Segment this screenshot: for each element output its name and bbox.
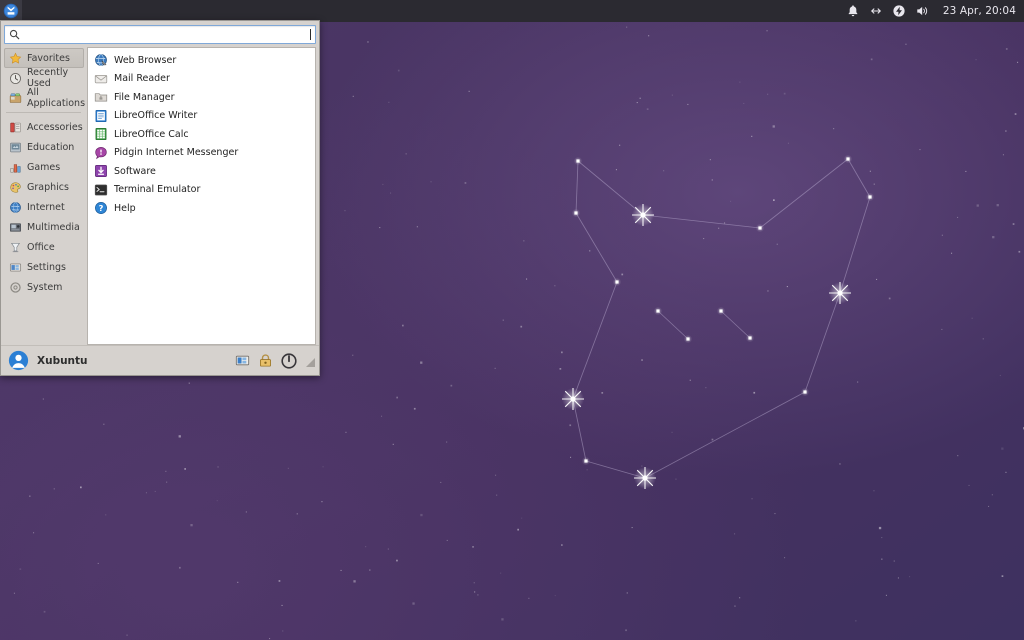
lock-screen-button[interactable] [257,352,274,369]
top-panel: 23 Apr, 20:04 [0,0,1024,22]
multimedia-icon [10,222,21,232]
settings-manager-icon [235,355,250,366]
sidebar-item-graphics[interactable]: Graphics [4,177,84,197]
whisker-menu-panel: Favorites Recently Used All Applications [0,20,320,376]
padlock-icon [260,354,271,367]
system-tray: 23 Apr, 20:04 [846,0,1024,22]
sidebar-item-label: Recently Used [27,67,69,89]
username-label: Xubuntu [37,354,88,367]
menu-footer: Xubuntu [1,345,319,375]
graphics-icon [10,181,21,193]
sidebar-item-office[interactable]: Office [4,237,84,257]
user-section[interactable]: Xubuntu [8,350,88,371]
accessories-icon [10,122,21,132]
sidebar-item-label: Graphics [27,181,69,193]
user-avatar-icon [8,350,29,371]
log-out-button[interactable] [280,352,297,369]
xubuntu-mouse-icon [3,3,19,19]
sidebar-item-label: Settings [27,261,66,273]
pidgin-icon [95,146,107,160]
resize-grip[interactable] [306,358,315,367]
app-item-label: LibreOffice Calc [114,128,189,140]
sidebar-item-settings[interactable]: Settings [4,257,84,277]
power-manager-icon[interactable] [892,4,906,18]
sidebar-item-label: Favorites [27,52,70,64]
app-item-file-manager[interactable]: File Manager [88,88,315,107]
sidebar-item-system[interactable]: System [4,277,84,297]
app-item-software[interactable]: Software [88,162,315,181]
mail-reader-icon [94,74,108,83]
network-icon[interactable] [869,4,883,18]
system-icon [10,281,21,293]
clock-icon [10,72,21,84]
games-icon [10,163,21,172]
panel-left-section [0,0,22,22]
sidebar-item-label: Games [27,161,61,173]
sidebar-item-all-applications[interactable]: All Applications [4,87,86,109]
office-icon [10,242,21,252]
sidebar-item-label: System [27,281,63,293]
globe-icon [10,201,21,213]
search-icon [9,29,20,40]
libreoffice-calc-icon [95,128,107,141]
sidebar-item-accessories[interactable]: Accessories [4,117,84,137]
sidebar-item-internet[interactable]: Internet [4,197,84,217]
app-item-web-browser[interactable]: Web Browser [88,51,315,70]
app-item-label: Help [114,202,136,214]
sidebar-item-games[interactable]: Games [4,157,84,177]
search-row [1,21,319,47]
app-item-label: Pidgin Internet Messenger [114,147,239,159]
category-sidebar: Favorites Recently Used All Applications [4,47,86,345]
app-item-label: Mail Reader [114,73,170,85]
app-item-libreoffice-writer[interactable]: LibreOffice Writer [88,107,315,126]
app-item-label: Software [114,165,156,177]
app-item-libreoffice-calc[interactable]: LibreOffice Calc [88,125,315,144]
notification-bell-icon[interactable] [846,4,860,18]
education-icon [10,142,21,152]
star-icon [9,52,22,64]
sidebar-item-label: Accessories [27,121,83,133]
sidebar-item-label: Multimedia [27,221,80,233]
apps-grid-icon [9,93,22,103]
panel-clock[interactable]: 23 Apr, 20:04 [943,5,1016,17]
sidebar-separator [6,112,81,113]
menu-body: Favorites Recently Used All Applications [1,47,319,345]
sidebar-item-recently-used[interactable]: Recently Used [4,67,84,89]
libreoffice-writer-icon [95,109,107,122]
sidebar-item-label: All Applications [27,87,86,109]
web-browser-icon [95,54,107,67]
text-caret [310,29,311,40]
app-item-mail-reader[interactable]: Mail Reader [88,70,315,89]
app-item-label: File Manager [114,91,175,103]
sidebar-item-label: Internet [27,201,65,213]
search-input[interactable] [4,25,316,44]
app-item-label: LibreOffice Writer [114,110,198,122]
terminal-icon [94,184,108,196]
sidebar-item-label: Office [27,241,55,253]
application-list: Web Browser Mail Reader File Manager Lib… [87,47,316,345]
whisker-menu-button[interactable] [0,0,22,22]
sidebar-item-multimedia[interactable]: Multimedia [4,217,84,237]
volume-icon[interactable] [915,4,929,18]
settings-icon [9,263,22,271]
svg-text:?: ? [99,203,104,213]
software-center-icon [95,165,107,178]
app-item-terminal[interactable]: Terminal Emulator [88,181,315,200]
help-icon: ? [95,202,107,215]
app-item-label: Web Browser [114,54,177,66]
file-manager-icon [94,93,108,102]
settings-manager-button[interactable] [234,352,251,369]
footer-buttons [234,352,315,369]
app-item-label: Terminal Emulator [114,184,201,196]
app-item-help[interactable]: ? Help [88,199,315,218]
app-item-pidgin[interactable]: Pidgin Internet Messenger [88,144,315,163]
power-icon [280,352,297,369]
sidebar-item-education[interactable]: Education [4,137,84,157]
sidebar-item-favorites[interactable]: Favorites [4,48,84,68]
sidebar-item-label: Education [27,141,75,153]
